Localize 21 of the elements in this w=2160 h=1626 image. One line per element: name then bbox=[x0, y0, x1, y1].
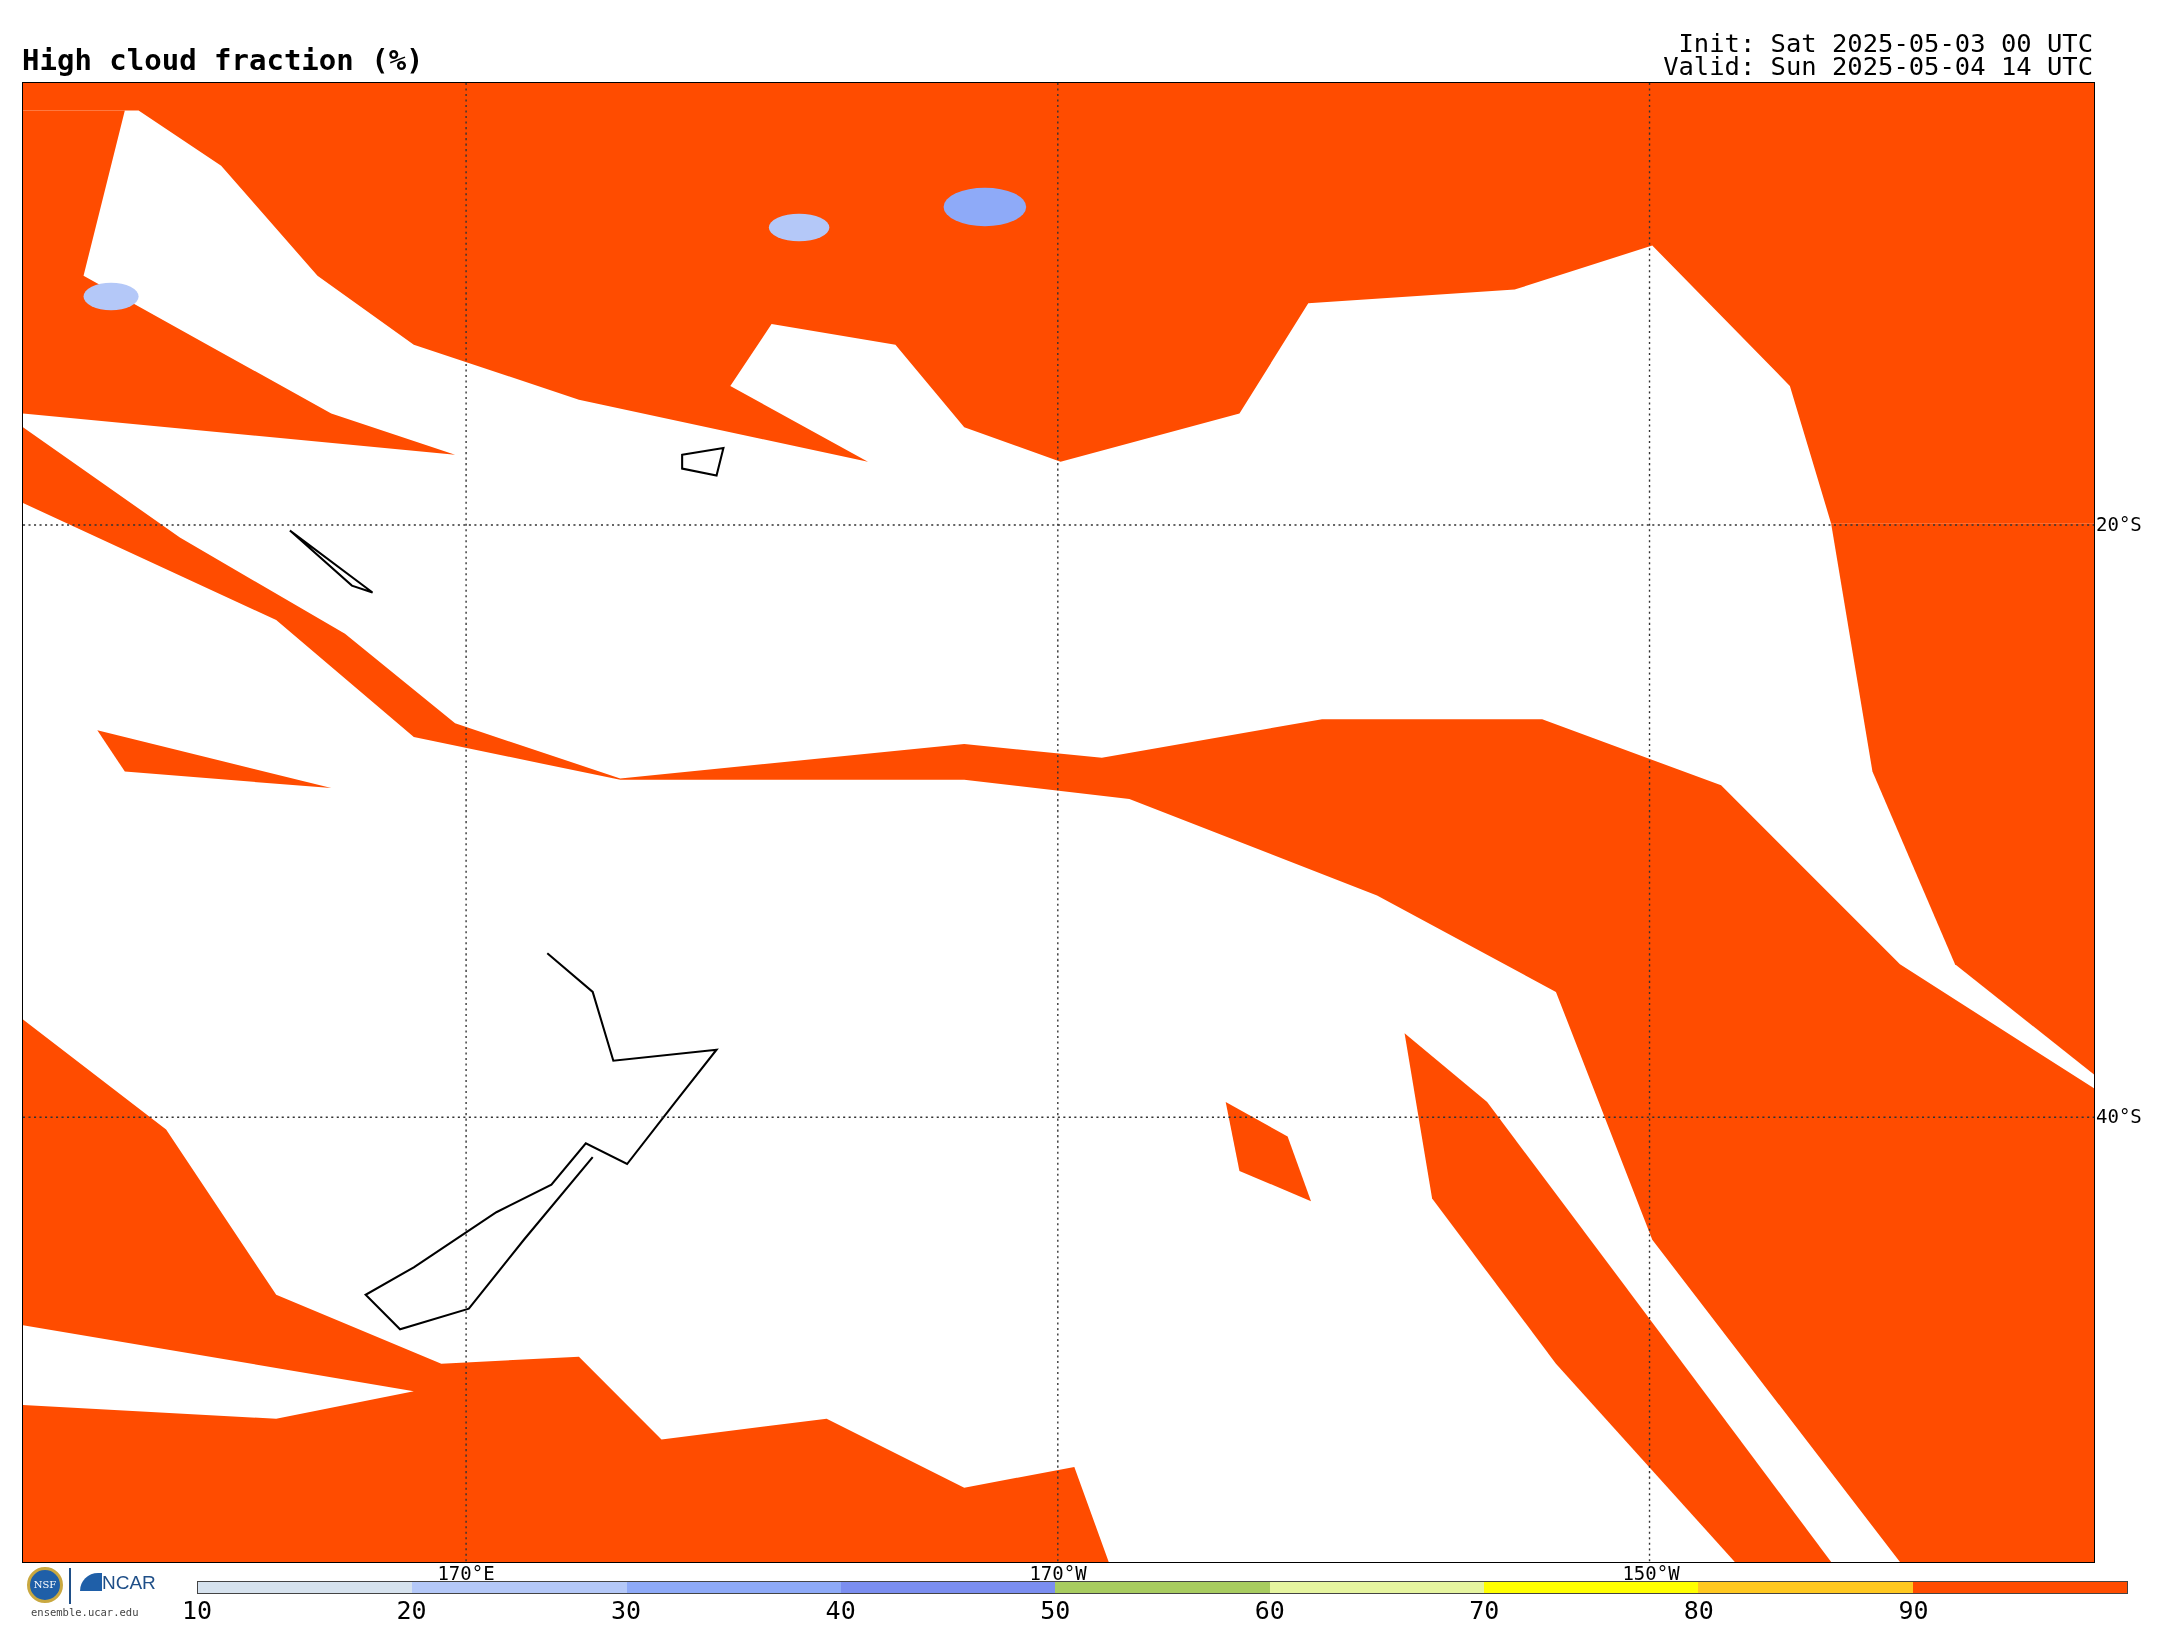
colorbar-tick-label: 60 bbox=[1254, 1597, 1285, 1625]
colorbar-tick-label: 90 bbox=[1898, 1597, 1929, 1625]
latitude-label: 20°S bbox=[2096, 512, 2142, 536]
colorbar-tick-label: 70 bbox=[1469, 1597, 1500, 1625]
ncar-logo-icon bbox=[80, 1573, 102, 1591]
colorbar-tick-label: 80 bbox=[1683, 1597, 1714, 1625]
colorbar-tick-label: 20 bbox=[396, 1597, 427, 1625]
init-time: Init: Sat 2025-05-03 00 UTC bbox=[1678, 31, 2093, 55]
longitude-label: 150°W bbox=[1622, 1565, 1680, 1581]
longitude-label: 170°W bbox=[1029, 1565, 1087, 1581]
chart-title: High cloud fraction (%) bbox=[22, 44, 424, 76]
valid-time: Valid: Sun 2025-05-04 14 UTC bbox=[1663, 54, 2093, 78]
website-url: ensemble.ucar.edu bbox=[31, 1606, 139, 1618]
colorbar-tick-label: 50 bbox=[1040, 1597, 1071, 1625]
latitude-label: 40°S bbox=[2096, 1104, 2142, 1128]
longitude-label: 170°E bbox=[437, 1565, 495, 1581]
colorbar-tick-label: 40 bbox=[825, 1597, 856, 1625]
nsf-logo: NSF bbox=[27, 1567, 63, 1603]
colorbar-tick-label: 10 bbox=[181, 1597, 213, 1625]
ncar-logo-text: NCAR bbox=[102, 1573, 156, 1593]
colorbar-tick-label: 30 bbox=[611, 1597, 642, 1625]
